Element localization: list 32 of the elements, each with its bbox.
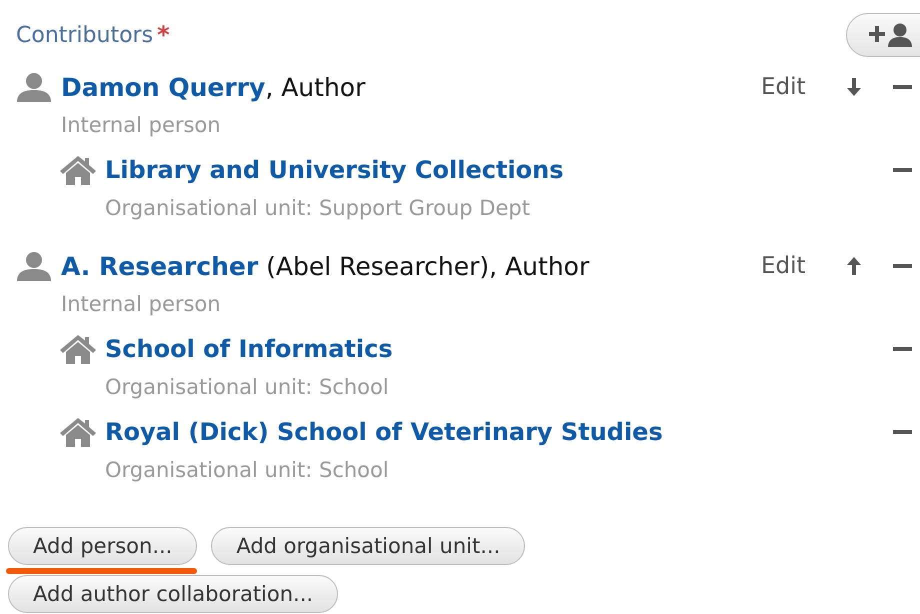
remove-icon[interactable] [893,430,912,434]
contributor-name: Damon Querry, Author [61,72,366,102]
add-person-button[interactable] [846,13,920,57]
edit-link[interactable]: Edit [761,74,847,100]
section-title: Contributors [16,22,154,48]
remove-icon[interactable] [893,168,912,172]
unit-link[interactable]: Library and University Collections [105,156,893,184]
unit-type: Organisational unit: School [104,374,390,401]
remove-icon[interactable] [893,264,912,268]
unit-link[interactable]: Royal (Dick) School of Veterinary Studies [105,418,893,446]
add-button[interactable]: Add organisational unit... [211,527,526,565]
person-type: Internal person [60,112,222,139]
unit-type: Organisational unit: School [104,457,390,484]
unit-link[interactable]: School of Informatics [105,335,893,363]
person-link[interactable]: A. Researcher [61,252,258,280]
remove-icon[interactable] [893,347,912,351]
move-down-icon[interactable] [847,78,861,96]
required-mark: * [157,21,170,49]
person-link[interactable]: Damon Querry [61,72,266,102]
remove-icon[interactable] [893,85,912,89]
add-button[interactable]: Add person... [8,527,198,565]
person-icon [16,251,52,281]
edit-link[interactable]: Edit [761,253,847,279]
house-icon [60,155,96,185]
add-button[interactable]: Add author collaboration... [8,575,338,613]
contributor-name: A. Researcher (Abel Researcher), Author [61,252,590,280]
person-icon [16,72,52,102]
person-type: Internal person [60,291,222,318]
unit-type: Organisational unit: Support Group Dept [104,195,531,222]
house-icon [60,417,96,447]
move-up-icon[interactable] [847,257,861,275]
house-icon [60,334,96,364]
